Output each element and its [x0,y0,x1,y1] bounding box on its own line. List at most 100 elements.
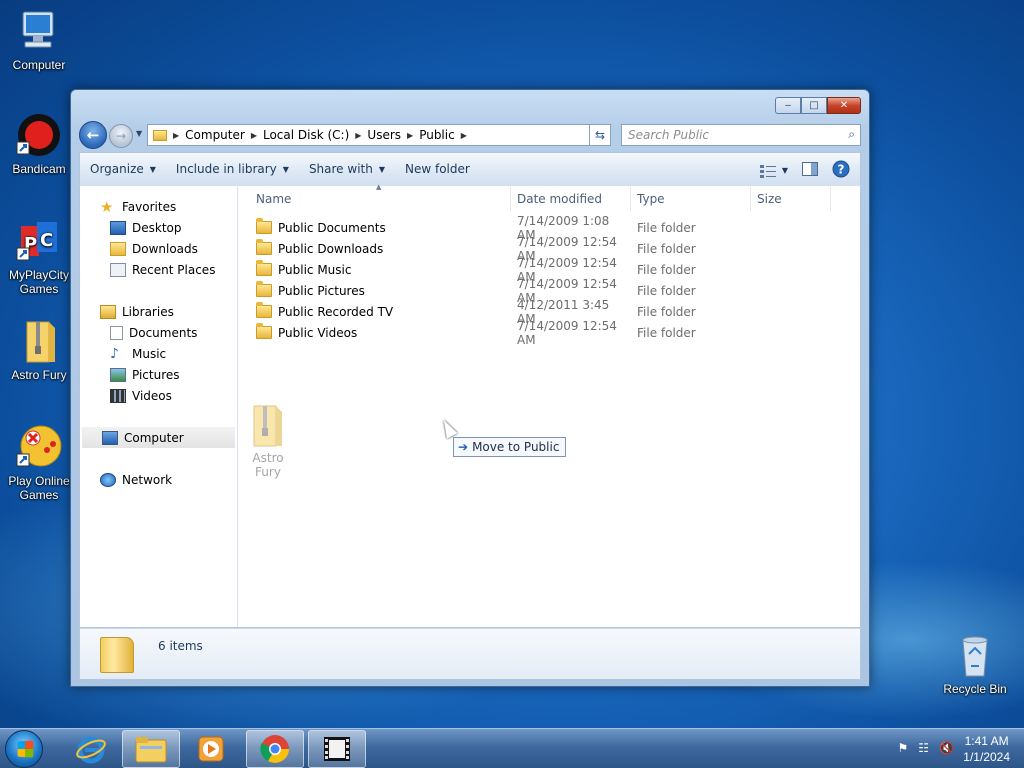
file-row[interactable]: Public Videos 7/14/2009 12:54 AM File fo… [238,319,751,347]
nav-computer[interactable]: Computer [82,427,235,448]
refresh-button[interactable]: ⇆ [589,124,611,146]
nav-desktop[interactable]: Desktop [80,217,237,238]
nav-network[interactable]: Network [80,469,237,490]
internet-explorer-icon [76,736,106,764]
search-input[interactable]: Search Public ⌕ [621,124,861,146]
nav-pictures[interactable]: Pictures [80,364,237,385]
nav-videos[interactable]: Videos [80,385,237,406]
folder-icon [256,218,272,234]
change-view-button[interactable]: ▼ [759,164,788,178]
bandicam-icon [15,112,63,160]
start-button[interactable] [5,730,43,768]
command-bar: Organize ▼ Include in library ▼ Share wi… [79,152,861,185]
address-bar[interactable]: ▶ Computer ▶ Local Disk (C:) ▶ Users ▶ P… [147,124,609,146]
breadcrumb-computer[interactable]: Computer [182,128,248,142]
action-center-flag-icon[interactable]: ⚑ [898,741,909,755]
file-type: File folder [637,241,696,256]
include-in-library-button[interactable]: Include in library ▼ [166,162,299,176]
breadcrumb-separator[interactable]: ▶ [404,131,416,140]
breadcrumb-local-disk[interactable]: Local Disk (C:) [260,128,352,142]
taskbar-chrome[interactable] [246,730,304,768]
desktop-icon-computer[interactable]: Computer [1,8,77,72]
system-tray: ⚑ ☷ 🔇 [898,741,954,755]
recent-pages-dropdown[interactable]: ▼ [136,129,142,138]
svg-text:?: ? [838,163,845,177]
column-size[interactable]: Size [751,186,831,211]
folder-icon [256,281,272,297]
new-folder-button[interactable]: New folder [395,162,480,176]
breadcrumb-users[interactable]: Users [364,128,404,142]
chevron-down-icon: ▼ [282,164,289,174]
taskbar-internet-explorer[interactable] [62,730,120,768]
zip-folder-icon [15,318,63,366]
file-type: File folder [637,304,696,319]
column-name[interactable]: Name [238,186,511,211]
file-row[interactable]: Public Downloads 7/14/2009 12:54 AM File… [238,235,751,263]
system-clock[interactable]: 1:41 AM 1/1/2024 [963,733,1010,765]
preview-pane-button[interactable] [802,162,818,179]
desktop-icon-myplaycity[interactable]: P C MyPlayCity Games [1,218,77,296]
folder-icon [100,637,134,673]
nav-favorites[interactable]: ★ Favorites [80,196,237,217]
taskbar-windows-explorer[interactable] [122,730,180,768]
file-row[interactable]: Public Pictures 7/14/2009 12:54 AM File … [238,277,751,305]
nav-label: Music [132,346,167,361]
chrome-icon [260,735,289,763]
breadcrumb-separator[interactable]: ▶ [170,131,182,140]
maximize-button[interactable]: □ [801,97,827,114]
volume-muted-icon[interactable]: 🔇 [939,741,954,755]
film-strip-icon [324,737,350,761]
close-button[interactable]: ✕ [827,97,861,114]
taskbar: ⚑ ☷ 🔇 1:41 AM 1/1/2024 [0,728,1024,768]
move-arrow-icon: ➔ [458,440,469,454]
breadcrumb-public[interactable]: Public [416,128,458,142]
nav-music[interactable]: ♪ Music [80,343,237,364]
drag-ghost: Astro Fury [238,404,298,479]
column-type[interactable]: Type [631,186,751,211]
organize-button[interactable]: Organize ▼ [80,162,166,176]
nav-libraries[interactable]: Libraries [80,301,237,322]
desktop-icon-bandicam[interactable]: Bandicam [1,112,77,176]
help-button[interactable]: ? [832,160,850,181]
network-status-icon[interactable]: ☷ [918,741,929,755]
navigation-pane: ★ Favorites Desktop Downloads Recent Pla… [80,186,238,627]
desktop-icon-play-online[interactable]: Play Online Games [1,424,77,502]
file-type: File folder [637,283,696,298]
recycle-bin-icon [951,632,999,680]
share-with-button[interactable]: Share with ▼ [299,162,395,176]
forward-button[interactable]: → [109,124,133,148]
desktop-icon-recycle-bin[interactable]: Recycle Bin [937,632,1013,696]
chevron-down-icon: ▼ [149,164,156,174]
downloads-icon [110,241,126,256]
breadcrumb-separator[interactable]: ▶ [458,131,470,140]
network-icon [100,472,116,487]
nav-downloads[interactable]: Downloads [80,238,237,259]
breadcrumb-separator[interactable]: ▶ [352,131,364,140]
desktop-icon-astro-fury[interactable]: Astro Fury [1,318,77,382]
folder-icon [135,737,167,763]
file-row[interactable]: Public Documents 7/14/2009 1:08 AM File … [238,214,751,242]
computer-icon [15,8,63,56]
zip-folder-icon [253,405,282,447]
taskbar-media-player[interactable] [182,730,240,768]
nav-documents[interactable]: Documents [80,322,237,343]
arrow-right-icon: → [115,129,127,143]
file-row[interactable]: Public Recorded TV 4/12/2011 3:45 AM Fil… [238,298,751,326]
folder-icon [256,260,272,276]
column-date-modified[interactable]: Date modified [511,186,631,211]
nav-label: Computer [124,430,184,445]
minimize-button[interactable]: ‒ [775,97,801,114]
taskbar-video-app[interactable] [308,730,366,768]
nav-label: Network [122,472,173,487]
documents-icon [110,325,123,340]
svg-text:C: C [40,230,53,251]
file-row[interactable]: Public Music 7/14/2009 12:54 AM File fol… [238,256,751,284]
file-name: Public Pictures [278,283,365,298]
breadcrumb-separator[interactable]: ▶ [248,131,260,140]
nav-label: Favorites [122,199,177,214]
folder-icon [256,323,272,339]
videos-icon [110,388,126,403]
nav-recent-places[interactable]: Recent Places [80,259,237,280]
drag-tooltip-text: Move to Public [472,440,560,454]
back-button[interactable]: ← [79,121,107,149]
